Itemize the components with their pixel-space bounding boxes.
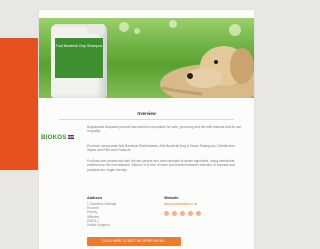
bokeh-light [134,28,140,34]
description-paragraph: Acquaclean Acquasis product has earned a… [87,125,242,134]
see-offer-button[interactable]: CLICK HERE TO SEE THE OFFER IN FULL [87,237,181,246]
brand-logo-text: BIOKOS [41,133,67,141]
website-link[interactable]: www.yourwebsite.co.uk [164,202,197,206]
website-title: Website [164,196,179,200]
bottle-cap [87,24,105,34]
address-title: Address [87,196,103,200]
bokeh-light [169,20,177,28]
uk-flag-icon [67,135,74,139]
bokeh-light [119,22,129,32]
dog-image [160,46,254,98]
facebook-icon[interactable] [164,211,169,216]
instagram-icon[interactable] [188,211,193,216]
bottle-label: Foot Bacterial Clay Shampoo [55,38,103,78]
address-line: United Kingdom [87,223,110,228]
shampoo-bottle-image: Foot Bacterial Clay Shampoo [51,24,107,98]
section-title: Overview [137,111,156,116]
twitter-icon[interactable] [172,211,177,216]
social-links [164,211,201,216]
section-divider [59,119,234,120]
description-paragraph: Products are customized with the fact pe… [87,159,236,172]
youtube-icon[interactable] [196,211,201,216]
hero-image: Foot Bacterial Clay Shampoo [39,18,254,98]
brand-logo: BIOKOS [41,132,75,142]
description-paragraph: Products Incorporate Anti-Bacterial Disi… [87,144,235,153]
left-accent-block [0,38,38,170]
linkedin-icon[interactable] [180,211,185,216]
listing-card: Foot Bacterial Clay Shampoo Overview BIO… [39,10,254,249]
address-block: 1, Business Heritage Hunshel Pranny Wilt… [87,202,116,227]
